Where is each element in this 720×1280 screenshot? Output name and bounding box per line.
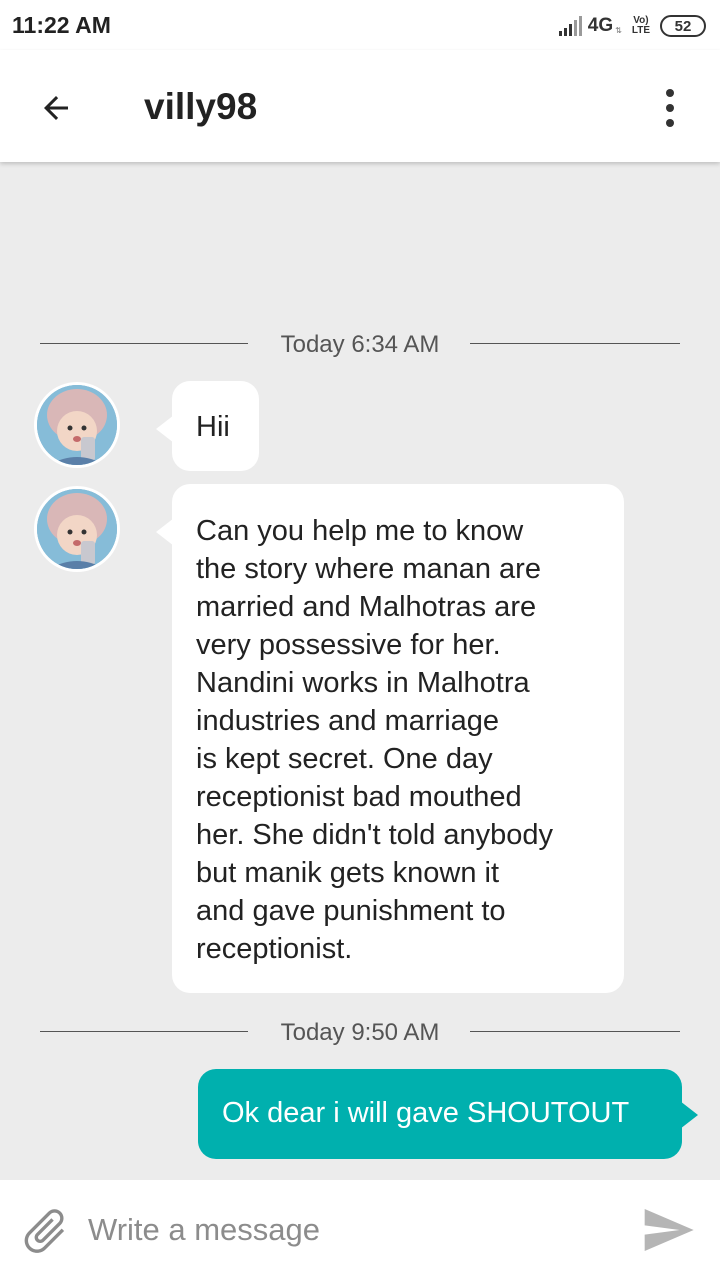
- message-text: Ok dear i will gave SHOUTOUT: [222, 1097, 630, 1129]
- message-bubble-outgoing[interactable]: Ok dear i will gave SHOUTOUT: [198, 1069, 698, 1159]
- message-text-line: industries and marriage: [196, 705, 500, 737]
- avatar-image: [37, 489, 117, 569]
- attach-button[interactable]: [16, 1202, 74, 1260]
- message-text-line: and gave punishment to: [196, 895, 506, 927]
- message-text: Hii: [196, 411, 230, 443]
- date-divider: Today 9:50 AM: [40, 1011, 680, 1051]
- more-options-button[interactable]: [646, 84, 694, 132]
- data-arrows-icon: ⇅: [615, 25, 622, 35]
- message-text-line: very possessive for her.: [196, 629, 501, 661]
- status-time: 11:22 AM: [12, 12, 111, 38]
- message-text-line: married and Malhotras are: [196, 591, 537, 623]
- message-input[interactable]: [88, 1204, 618, 1256]
- message-bubble-incoming[interactable]: Can you help me to know the story where …: [156, 484, 624, 993]
- avatar-image: [37, 385, 117, 465]
- message-text-line: Nandini works in Malhotra: [196, 667, 530, 699]
- arrow-left-icon: [44, 96, 68, 120]
- status-bar: 11:22 AM 4G ⇅ Vo) LTE 52: [0, 0, 720, 50]
- message-composer: [0, 1180, 720, 1280]
- app-bar: villy98: [0, 50, 720, 162]
- send-icon: [644, 1209, 694, 1251]
- message-text-line: receptionist bad mouthed: [196, 781, 522, 813]
- volte-icon: Vo) LTE: [631, 15, 650, 36]
- network-type: 4G: [587, 15, 614, 36]
- paperclip-icon: [24, 1209, 65, 1253]
- date-divider: Today 6:34 AM: [40, 323, 680, 363]
- message-text-line: the story where manan are: [196, 553, 541, 585]
- message-text-line: is kept secret. One day: [196, 743, 493, 775]
- status-icons: 4G ⇅ Vo) LTE 52: [558, 12, 706, 40]
- message-text-line: Can you help me to know: [196, 515, 524, 547]
- battery-icon: 52: [660, 15, 706, 37]
- back-button[interactable]: [32, 84, 80, 132]
- more-vertical-icon: [666, 89, 674, 97]
- battery-level: 52: [674, 17, 692, 35]
- message-text-line: receptionist.: [196, 933, 353, 965]
- message-bubble-incoming[interactable]: Hii: [156, 381, 259, 471]
- chat-title: villy98: [144, 86, 258, 127]
- date-divider-label: Today 6:34 AM: [280, 331, 440, 358]
- date-divider-label: Today 9:50 AM: [280, 1019, 440, 1046]
- contact-avatar[interactable]: [34, 486, 120, 572]
- send-button[interactable]: [638, 1200, 698, 1260]
- signal-icon: [558, 16, 582, 36]
- message-text-line: but manik gets known it: [196, 857, 500, 889]
- contact-avatar[interactable]: [34, 382, 120, 468]
- message-text-line: her. She didn't told anybody: [196, 819, 554, 851]
